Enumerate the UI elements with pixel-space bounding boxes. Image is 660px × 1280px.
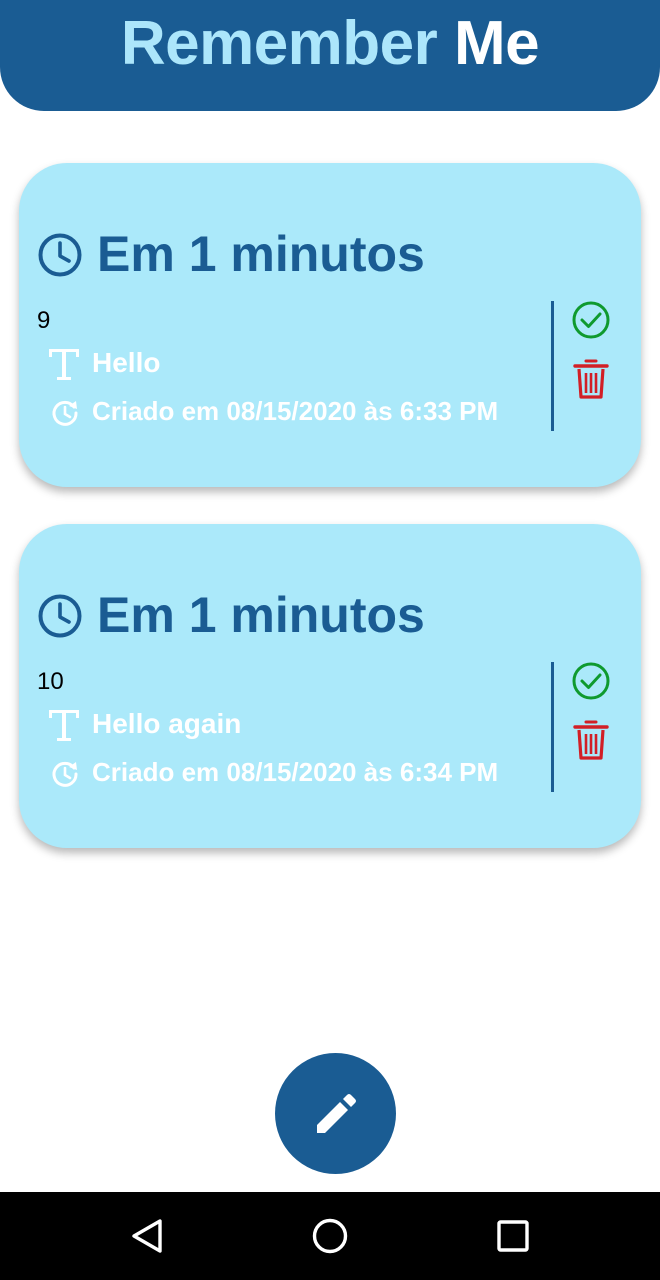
clock-icon <box>38 233 82 277</box>
text-format-icon <box>49 710 79 741</box>
check-circle-icon[interactable] <box>571 300 611 340</box>
reminder-created: Criado em 08/15/2020 às 6:33 PM <box>92 396 499 426</box>
clock-icon <box>38 594 82 638</box>
app-header: Remember Me <box>0 0 660 111</box>
new-reminder-button[interactable] <box>275 1053 396 1174</box>
reminder-id: 10 <box>37 668 64 695</box>
app-title-part2: Me <box>454 9 540 78</box>
pencil-icon <box>317 1094 356 1133</box>
reminder-card[interactable]: Em 1 minutos 9 Hello Criado em 08/15/202… <box>19 163 641 487</box>
reminder-due: Em 1 minutos <box>97 226 425 282</box>
reminder-text: Hello <box>92 347 161 378</box>
app-title-part1: Remember <box>120 9 438 78</box>
system-nav-bar <box>0 1192 660 1280</box>
recents-icon[interactable] <box>489 1212 537 1260</box>
trash-icon[interactable] <box>573 358 609 400</box>
reminder-due: Em 1 minutos <box>97 587 425 643</box>
reminder-card[interactable]: Em 1 minutos 10 Hello again Criado em 08… <box>19 524 641 848</box>
trash-icon[interactable] <box>573 719 609 761</box>
reminder-id: 9 <box>37 307 51 334</box>
history-icon <box>52 400 78 426</box>
check-circle-icon[interactable] <box>571 661 611 701</box>
reminder-text: Hello again <box>92 708 242 739</box>
back-icon[interactable] <box>124 1212 172 1260</box>
reminder-created: Criado em 08/15/2020 às 6:34 PM <box>92 757 499 787</box>
card-divider <box>551 662 554 792</box>
card-divider <box>551 301 554 431</box>
history-icon <box>52 761 78 787</box>
home-icon[interactable] <box>306 1212 354 1260</box>
text-format-icon <box>49 349 79 380</box>
app-title: Remember Me <box>0 8 660 80</box>
